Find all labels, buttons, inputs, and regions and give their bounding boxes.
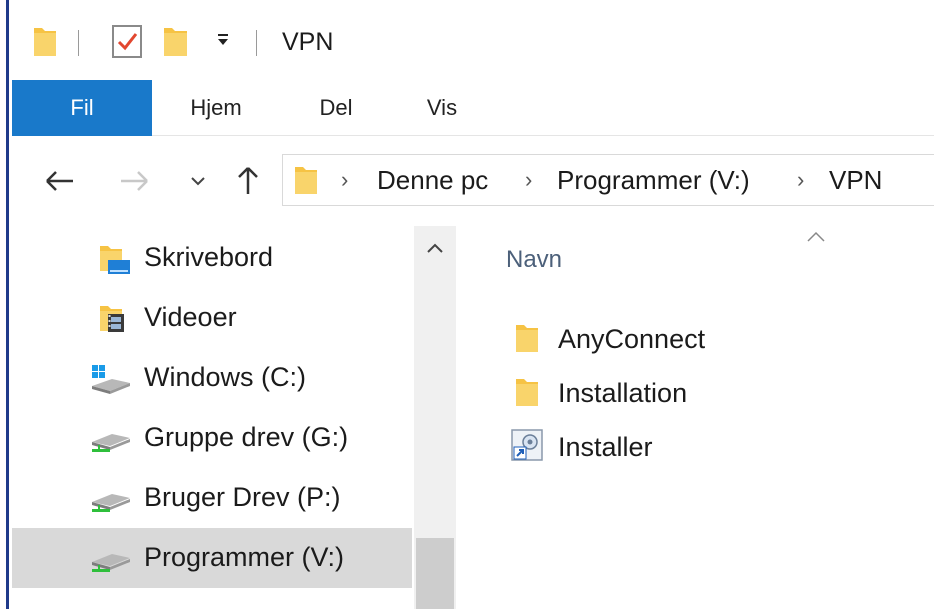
quick-access-separator [78, 30, 79, 56]
nav-item-label: Programmer (V:) [144, 542, 345, 572]
ribbon-tabs: Fil Hjem Del Vis [12, 80, 934, 136]
arrow-left-icon [46, 171, 73, 191]
tab-del[interactable]: Del [306, 80, 366, 136]
tab-fil[interactable]: Fil [12, 80, 152, 136]
nav-item-videoer[interactable]: Videoer [12, 288, 412, 348]
installer-shortcut-icon [510, 428, 544, 467]
nav-item-gruppe-drev-g[interactable]: Gruppe drev (G:) [12, 408, 412, 468]
navigation-pane-scrollbar[interactable] [414, 226, 456, 609]
forward-button[interactable] [114, 164, 154, 198]
nav-item-programmer-v[interactable]: Programmer (V:) [12, 528, 412, 588]
nav-item-label: Videoer [144, 302, 237, 332]
title-bar: VPN [12, 0, 934, 80]
file-name: Installer [558, 432, 653, 462]
customize-dropdown-icon[interactable] [215, 32, 231, 53]
breadcrumb-separator[interactable]: › [341, 167, 348, 193]
file-name: Installation [558, 378, 688, 408]
column-header-navn[interactable]: Navn [506, 246, 562, 274]
folder-icon [293, 164, 319, 201]
tab-vis[interactable]: Vis [414, 80, 470, 136]
breadcrumb-separator[interactable]: › [797, 167, 804, 193]
nav-item-skrivebord[interactable]: Skrivebord [12, 228, 412, 288]
scroll-thumb[interactable] [416, 538, 454, 609]
desktop-folder-icon [98, 242, 132, 281]
folder-icon [514, 322, 540, 359]
navigation-bar: › Denne pc › Programmer (V:) › VPN [12, 136, 934, 226]
chevron-down-icon [191, 177, 205, 186]
nav-item-label: Windows (C:) [144, 362, 307, 392]
videos-folder-icon [98, 302, 132, 341]
network-drive-icon [88, 542, 132, 581]
sort-ascending-icon [806, 230, 826, 248]
breadcrumb-programmer[interactable]: Programmer (V:) [557, 165, 750, 196]
window-left-edge [0, 0, 9, 609]
breadcrumb-denne-pc[interactable]: Denne pc [377, 165, 488, 196]
nav-item-label: Gruppe drev (G:) [144, 422, 349, 452]
folder-icon[interactable] [32, 24, 58, 63]
network-drive-icon [88, 422, 132, 461]
breadcrumb-vpn[interactable]: VPN [829, 165, 882, 196]
network-drive-icon [88, 482, 132, 521]
list-item[interactable]: Installation [506, 368, 906, 416]
nav-item-label: Bruger Drev (P:) [144, 482, 341, 512]
folder-icon [514, 376, 540, 413]
nav-item-bruger-drev-p[interactable]: Bruger Drev (P:) [12, 468, 412, 528]
navigation-pane: Skrivebord Videoer Windows (C:) Gruppe d… [12, 226, 414, 609]
arrow-up-icon [238, 167, 258, 194]
windows-drive-icon [88, 362, 132, 401]
new-folder-icon[interactable] [162, 24, 190, 63]
list-item[interactable]: Installer [506, 422, 906, 470]
scroll-up-button[interactable] [414, 226, 456, 270]
address-bar[interactable]: › Denne pc › Programmer (V:) › VPN [282, 154, 934, 206]
window-title: VPN [282, 28, 334, 56]
title-separator [256, 30, 257, 56]
tab-hjem[interactable]: Hjem [176, 80, 256, 136]
chevron-up-icon [427, 243, 443, 253]
nav-item-windows-c[interactable]: Windows (C:) [12, 348, 412, 408]
up-button[interactable] [228, 164, 268, 198]
file-list: Navn AnyConnect Installation Installer [456, 226, 934, 609]
nav-item-label: Skrivebord [144, 242, 274, 272]
list-item[interactable]: AnyConnect [506, 314, 906, 362]
arrow-right-icon [121, 171, 148, 191]
file-name: AnyConnect [558, 324, 706, 354]
back-button[interactable] [40, 164, 80, 198]
breadcrumb-separator[interactable]: › [525, 167, 532, 193]
recent-locations-button[interactable] [184, 164, 212, 198]
properties-check-icon[interactable] [110, 22, 144, 65]
